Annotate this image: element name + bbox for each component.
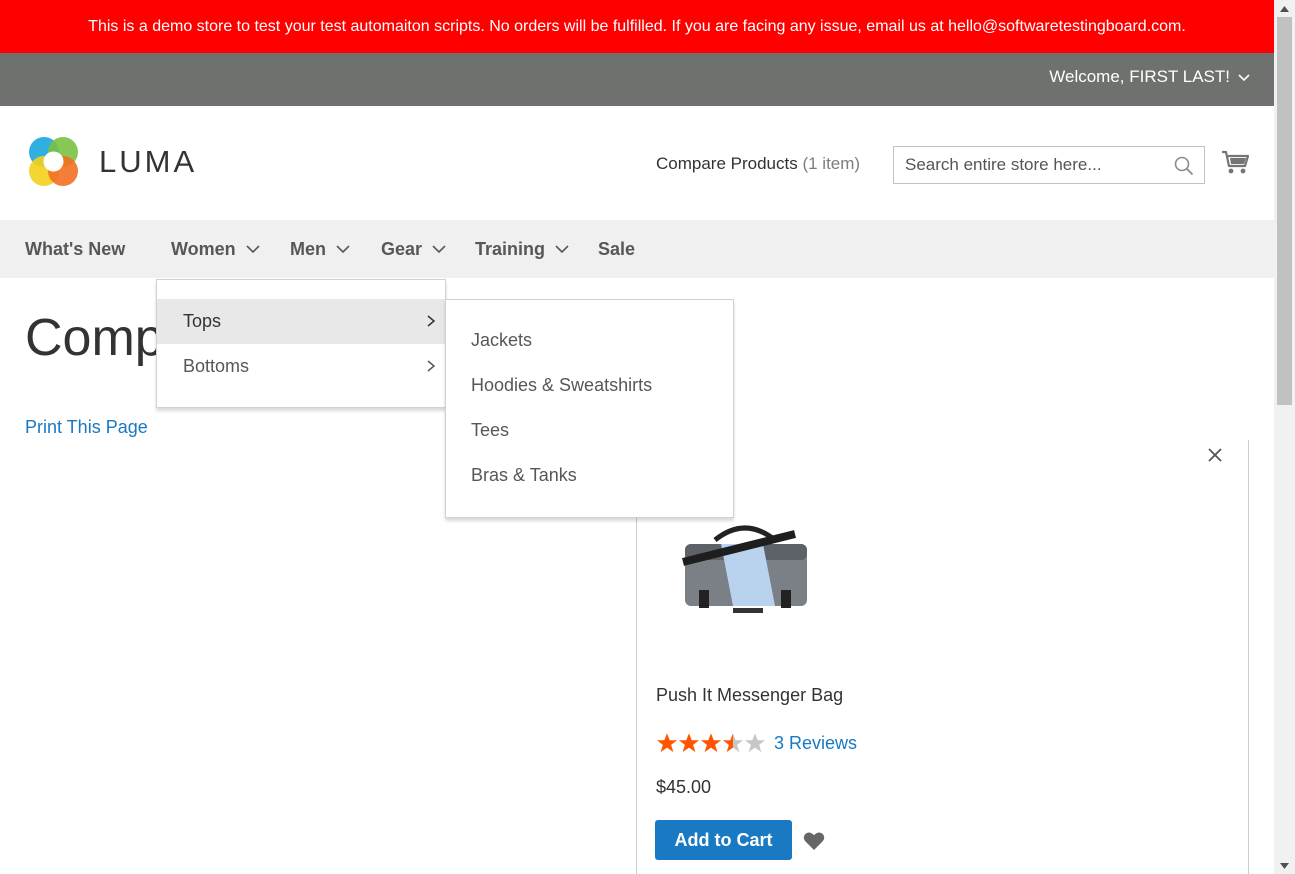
chevron-down-icon <box>246 245 260 254</box>
demo-notice-bar: This is a demo store to test your test a… <box>0 0 1274 53</box>
product-image[interactable] <box>677 522 812 622</box>
demo-notice-text: This is a demo store to test your test a… <box>88 17 1186 35</box>
page-title: Comp <box>25 309 164 367</box>
customer-welcome-menu[interactable]: Welcome, FIRST LAST! <box>1049 67 1250 87</box>
product-rating: 3 Reviews <box>656 732 857 754</box>
nav-item-gear[interactable]: Gear <box>381 220 446 278</box>
add-to-cart-button[interactable]: Add to Cart <box>655 820 792 860</box>
chevron-right-icon <box>427 360 436 372</box>
nav-item-sale[interactable]: Sale <box>598 220 635 278</box>
scroll-thumb[interactable] <box>1277 17 1292 405</box>
star-empty-icon <box>744 733 766 753</box>
nav-item-whats-new[interactable]: What's New <box>25 220 125 278</box>
welcome-text: Welcome, FIRST LAST! <box>1049 67 1230 86</box>
close-icon[interactable] <box>1206 446 1224 464</box>
scroll-up-arrow[interactable] <box>1274 0 1295 17</box>
nav-label: What's New <box>25 238 126 259</box>
chevron-down-icon <box>432 245 446 254</box>
star-icon <box>656 733 678 753</box>
print-page-link[interactable]: Print This Page <box>25 417 148 438</box>
luma-logo-icon <box>29 137 78 186</box>
logo-text: LUMA <box>99 143 198 179</box>
submenu-label: Bottoms <box>183 356 250 376</box>
nav-label: Sale <box>598 238 636 259</box>
compare-products-link[interactable]: Compare Products (1 item) <box>656 154 860 174</box>
search-box <box>893 146 1205 184</box>
star-icon <box>678 733 700 753</box>
rating-stars <box>656 732 766 754</box>
page-scrollbar[interactable] <box>1274 0 1295 874</box>
product-price: $45.00 <box>656 777 712 797</box>
nav-label: Men <box>290 238 326 259</box>
nav-label: Training <box>475 238 546 259</box>
reviews-link[interactable]: 3 Reviews <box>774 733 857 754</box>
scroll-down-arrow[interactable] <box>1274 857 1295 874</box>
nav-item-training[interactable]: Training <box>475 220 569 278</box>
chevron-right-icon <box>427 315 436 327</box>
chevron-down-icon <box>336 245 350 254</box>
header-main: LUMA Compare Products (1 item) <box>0 106 1274 220</box>
submenu-item-jackets[interactable]: Jackets <box>471 330 532 351</box>
star-half-icon <box>722 733 744 753</box>
submenu-item-tops[interactable]: Tops <box>157 299 445 344</box>
header-top-bar: Welcome, FIRST LAST! <box>0 53 1274 106</box>
compare-count: (1 item) <box>802 154 861 173</box>
chevron-down-icon <box>555 245 569 254</box>
star-icon <box>700 733 722 753</box>
submenu-item-hoodies[interactable]: Hoodies & Sweatshirts <box>471 375 652 396</box>
submenu-label: Tops <box>183 311 222 331</box>
product-name[interactable]: Push It Messenger Bag <box>656 685 843 706</box>
heart-icon[interactable] <box>803 831 825 851</box>
search-input[interactable] <box>894 147 1164 183</box>
nav-item-men[interactable]: Men <box>290 220 350 278</box>
tops-submenu: Jackets Hoodies & Sweatshirts Tees Bras … <box>445 299 734 518</box>
search-icon[interactable] <box>1174 156 1194 176</box>
submenu-item-bottoms[interactable]: Bottoms <box>157 344 445 389</box>
submenu-item-tees[interactable]: Tees <box>471 420 509 441</box>
nav-label: Gear <box>381 238 423 259</box>
main-navigation: What's New Women Men Gear Training Sale <box>0 220 1274 278</box>
women-submenu: Tops Bottoms <box>156 279 446 408</box>
nav-item-women[interactable]: Women <box>171 220 260 278</box>
chevron-down-icon <box>1238 74 1250 82</box>
submenu-item-bras-tanks[interactable]: Bras & Tanks <box>471 465 577 486</box>
compare-label: Compare Products <box>656 154 798 173</box>
cart-icon[interactable] <box>1221 148 1249 176</box>
nav-label: Women <box>171 238 236 259</box>
luma-logo[interactable]: LUMA <box>26 134 197 189</box>
